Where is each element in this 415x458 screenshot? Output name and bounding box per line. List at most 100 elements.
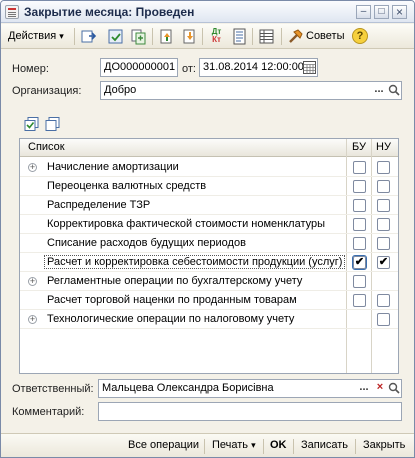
ok-button[interactable]: OK bbox=[270, 439, 287, 451]
nu-checkbox[interactable] bbox=[377, 161, 390, 174]
row-label: Распределение ТЗР bbox=[47, 199, 151, 211]
bu-checkbox[interactable] bbox=[353, 294, 366, 307]
toolbar: Действия ▾ Дт Кт Советы ? bbox=[1, 24, 414, 49]
date-value: 31.08.2014 12:00:00 bbox=[203, 61, 304, 73]
column-header-bu[interactable]: БУ bbox=[352, 141, 366, 153]
bu-checkbox[interactable]: ✔ bbox=[352, 255, 367, 270]
row-label: Списание расходов будущих периодов bbox=[47, 237, 246, 249]
chevron-down-icon: ▾ bbox=[251, 440, 256, 450]
bottom-divider bbox=[293, 439, 294, 454]
chevron-down-icon: ▾ bbox=[59, 31, 64, 41]
table-row[interactable]: Переоценка валютных средств bbox=[20, 177, 398, 196]
table-row[interactable]: + Регламентные операции по бухгалтерскому… bbox=[20, 272, 398, 291]
number-label: Номер: bbox=[12, 63, 49, 75]
bu-checkbox[interactable] bbox=[353, 180, 366, 193]
table-row[interactable]: Корректировка фактической стоимости номе… bbox=[20, 215, 398, 234]
toolbar-divider bbox=[252, 28, 253, 45]
responsible-select-button[interactable]: ... bbox=[356, 380, 372, 397]
report-icon[interactable] bbox=[231, 28, 248, 45]
table-row[interactable]: Распределение ТЗР bbox=[20, 196, 398, 215]
window-title: Закрытие месяца: Проведен bbox=[24, 5, 195, 19]
responsible-value: Мальцева Олександра Борисівна bbox=[102, 382, 274, 394]
nu-checkbox[interactable] bbox=[377, 237, 390, 250]
row-label: Технологические операции по налоговому у… bbox=[47, 313, 295, 325]
advice-label: Советы bbox=[306, 30, 345, 42]
row-label: Расчет и корректировка себестоимости про… bbox=[44, 255, 346, 269]
responsible-clear-button[interactable]: × bbox=[372, 380, 388, 397]
table-header: Список БУ НУ bbox=[20, 139, 398, 157]
advice-hammer-icon bbox=[289, 29, 303, 43]
bottom-bar: Все операции Печать ▾ OK Записать Закрыт… bbox=[1, 433, 414, 457]
date-label: от: bbox=[182, 63, 196, 75]
nu-checkbox[interactable]: ✔ bbox=[377, 256, 390, 269]
create-based-on-icon[interactable] bbox=[158, 28, 175, 45]
title-bar: Закрытие месяца: Проведен – □ × bbox=[1, 1, 414, 23]
responsible-open-icon[interactable] bbox=[388, 382, 400, 394]
copy-document-icon[interactable] bbox=[130, 28, 147, 45]
nu-checkbox[interactable] bbox=[377, 294, 390, 307]
operations-table: Список БУ НУ + Начисление амортизации Пере… bbox=[19, 138, 399, 374]
maximize-button[interactable]: □ bbox=[374, 5, 389, 19]
organization-select-button[interactable]: ... bbox=[371, 82, 387, 99]
bu-checkbox[interactable] bbox=[353, 161, 366, 174]
close-button[interactable]: Закрыть bbox=[363, 439, 405, 451]
table-row[interactable]: + Технологические операции по налоговому … bbox=[20, 310, 398, 329]
bu-checkbox[interactable] bbox=[353, 275, 366, 288]
check-all-icon[interactable] bbox=[24, 117, 41, 131]
table-row[interactable]: Расчет торговой наценки по проданным тов… bbox=[20, 291, 398, 310]
save-button[interactable]: Записать bbox=[301, 439, 348, 451]
structure-of-subordination-icon[interactable] bbox=[181, 28, 198, 45]
number-field[interactable]: ДО000000001 bbox=[100, 58, 178, 77]
organization-label: Организация: bbox=[12, 85, 82, 97]
post-and-close-icon[interactable] bbox=[80, 28, 97, 45]
nu-checkbox[interactable] bbox=[377, 313, 390, 326]
toolbar-divider bbox=[152, 28, 153, 45]
expand-icon[interactable]: + bbox=[28, 277, 37, 286]
nu-checkbox[interactable] bbox=[377, 218, 390, 231]
row-label: Расчет торговой наценки по проданным тов… bbox=[47, 294, 297, 306]
toolbar-divider bbox=[202, 28, 203, 45]
bu-checkbox[interactable] bbox=[353, 237, 366, 250]
organization-field[interactable]: Добро bbox=[100, 81, 402, 100]
column-header-nu[interactable]: НУ bbox=[376, 141, 391, 153]
document-window: Закрытие месяца: Проведен – □ × Действия… bbox=[0, 0, 415, 458]
expand-icon[interactable]: + bbox=[28, 163, 37, 172]
row-label: Регламентные операции по бухгалтерскому … bbox=[47, 275, 303, 287]
post-icon[interactable] bbox=[107, 28, 124, 45]
table-row[interactable]: + Начисление амортизации bbox=[20, 158, 398, 177]
list-icon[interactable] bbox=[258, 28, 275, 45]
nu-checkbox[interactable] bbox=[377, 199, 390, 212]
uncheck-all-icon[interactable] bbox=[45, 117, 62, 131]
toolbar-divider bbox=[74, 28, 75, 45]
organization-value: Добро bbox=[104, 84, 137, 96]
actions-label: Действия bbox=[8, 30, 57, 42]
column-header-list[interactable]: Список bbox=[28, 141, 65, 153]
actions-menu-button[interactable]: Действия ▾ bbox=[8, 27, 64, 46]
table-row[interactable]: Расчет и корректировка себестоимости про… bbox=[20, 253, 398, 272]
row-label: Корректировка фактической стоимости номе… bbox=[47, 218, 326, 230]
print-label: Печать bbox=[212, 439, 249, 451]
bottom-divider bbox=[355, 439, 356, 454]
comment-label: Комментарий: bbox=[12, 406, 85, 418]
table-row[interactable]: Списание расходов будущих периодов bbox=[20, 234, 398, 253]
bu-checkbox[interactable] bbox=[353, 218, 366, 231]
minimize-button[interactable]: – bbox=[356, 5, 371, 19]
bu-checkbox[interactable] bbox=[353, 199, 366, 212]
document-icon bbox=[5, 5, 19, 19]
close-window-button[interactable]: × bbox=[392, 5, 407, 19]
help-icon[interactable]: ? bbox=[352, 28, 368, 44]
comment-field[interactable] bbox=[98, 402, 402, 421]
row-label: Начисление амортизации bbox=[47, 161, 179, 173]
date-field[interactable]: 31.08.2014 12:00:00 bbox=[199, 58, 318, 77]
bottom-divider bbox=[263, 439, 264, 454]
dt-kt-icon[interactable]: Дт Кт bbox=[208, 28, 225, 45]
expand-icon[interactable]: + bbox=[28, 315, 37, 324]
all-operations-button[interactable]: Все операции bbox=[128, 439, 199, 451]
row-label: Переоценка валютных средств bbox=[47, 180, 207, 192]
toolbar-divider bbox=[281, 28, 282, 45]
print-menu-button[interactable]: Печать ▾ bbox=[212, 439, 256, 451]
calendar-icon[interactable] bbox=[303, 61, 316, 74]
bottom-divider bbox=[204, 439, 205, 454]
organization-open-icon[interactable] bbox=[388, 84, 400, 96]
nu-checkbox[interactable] bbox=[377, 180, 390, 193]
